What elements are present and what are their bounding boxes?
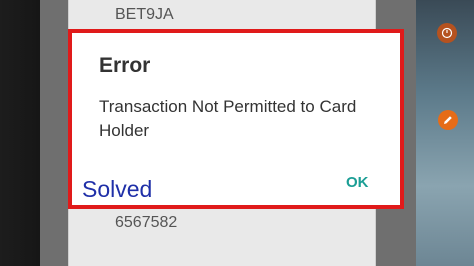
bet9ja-label: BET9JA — [115, 6, 174, 23]
timer-icon[interactable] — [437, 23, 457, 43]
error-dialog: Error Transaction Not Permitted to Card … — [68, 29, 404, 209]
dialog-title: Error — [99, 54, 151, 77]
ok-button[interactable]: OK — [340, 170, 375, 195]
edit-pencil-icon[interactable] — [438, 110, 458, 130]
solved-caption: Solved — [82, 176, 153, 202]
account-number: 6567582 — [115, 214, 178, 231]
video-backdrop-left — [0, 0, 40, 266]
dialog-message: Transaction Not Permitted to Card Holder — [99, 97, 357, 140]
